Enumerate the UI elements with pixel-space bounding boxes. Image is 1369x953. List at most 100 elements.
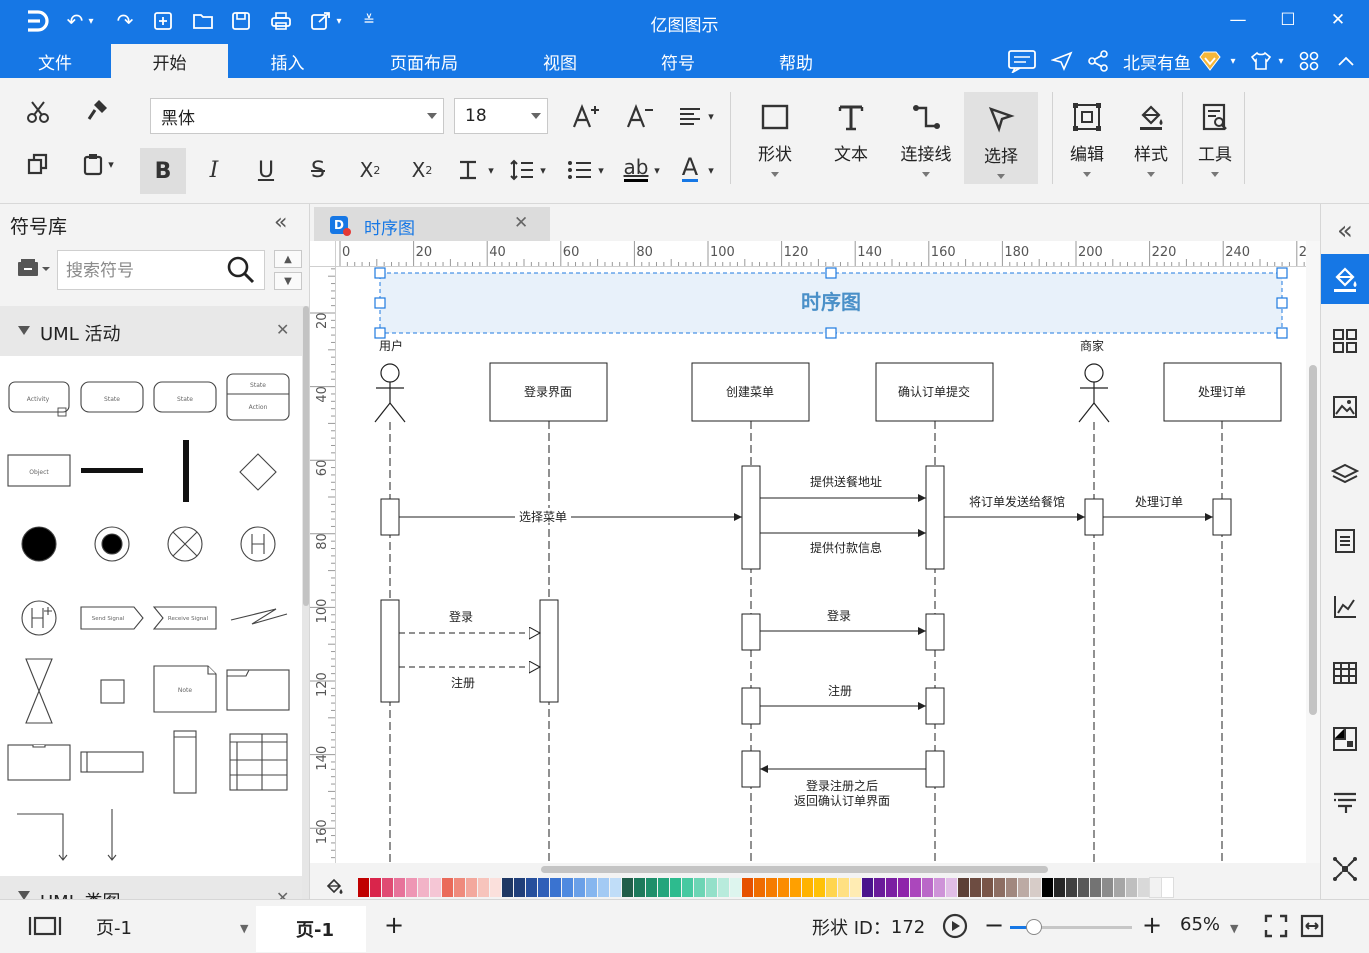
text-highlight-dropdown-icon[interactable]: ▾ <box>650 150 664 190</box>
send-icon[interactable] <box>1048 47 1076 75</box>
hourglass-shape[interactable] <box>25 658 53 724</box>
page-thumbnails-icon[interactable] <box>28 915 62 937</box>
initial-node[interactable] <box>21 526 57 562</box>
style-button[interactable]: 样式 <box>1118 90 1184 182</box>
close-category-icon[interactable]: ✕ <box>276 888 289 899</box>
color-swatch[interactable] <box>358 878 369 897</box>
object-shape[interactable]: Object <box>7 454 71 487</box>
color-swatch[interactable] <box>526 878 537 897</box>
cut-icon[interactable] <box>18 92 58 132</box>
copy-icon[interactable] <box>18 144 58 184</box>
text-button[interactable]: 文本 <box>818 90 884 182</box>
color-swatch[interactable] <box>442 878 453 897</box>
edit-button[interactable]: 编辑 <box>1054 90 1120 182</box>
image-panel-icon[interactable] <box>1321 382 1369 432</box>
color-swatch[interactable] <box>946 878 957 897</box>
color-swatch[interactable] <box>898 878 909 897</box>
color-swatch[interactable] <box>922 878 933 897</box>
color-swatch[interactable] <box>1114 878 1125 897</box>
color-swatch[interactable] <box>778 878 789 897</box>
document-tab[interactable]: D 时序图 ✕ <box>314 207 550 241</box>
canvas-horizontal-scrollbar[interactable] <box>336 863 1306 875</box>
skin-dropdown-icon[interactable]: ▾ <box>1274 47 1288 75</box>
color-swatch[interactable] <box>802 878 813 897</box>
messages[interactable] <box>399 494 1213 773</box>
tab-symbol[interactable]: 符号 <box>618 44 738 78</box>
zoom-slider-knob[interactable] <box>1026 919 1043 935</box>
color-swatch[interactable] <box>970 878 981 897</box>
color-swatch[interactable] <box>934 878 945 897</box>
open-folder-icon[interactable] <box>188 8 218 34</box>
tab-help[interactable]: 帮助 <box>736 44 856 78</box>
color-swatch[interactable] <box>1030 878 1041 897</box>
layers-panel-icon[interactable] <box>1321 450 1369 500</box>
share-icon[interactable] <box>1084 47 1112 75</box>
paste-dropdown-icon[interactable]: ▾ <box>104 144 118 184</box>
color-swatch[interactable] <box>862 878 873 897</box>
color-swatch[interactable] <box>718 878 729 897</box>
tools-button[interactable]: 工具 <box>1182 90 1248 182</box>
note-shape[interactable]: Note <box>153 665 217 713</box>
connector-button[interactable]: 连接线 <box>893 90 959 182</box>
scroll-up-icon[interactable]: ▲ <box>274 250 302 268</box>
library-manager-icon[interactable] <box>16 258 52 285</box>
bullet-list-dropdown-icon[interactable]: ▾ <box>594 150 608 190</box>
scroll-down-icon[interactable]: ▼ <box>274 272 302 290</box>
font-family-select[interactable]: 黑体 <box>150 98 444 134</box>
color-swatch[interactable] <box>1102 878 1113 897</box>
minimize-icon[interactable]: — <box>1218 6 1258 34</box>
swimlane-shape[interactable] <box>7 744 71 781</box>
color-swatch[interactable] <box>658 878 669 897</box>
color-swatch[interactable] <box>1042 878 1053 897</box>
color-swatch[interactable] <box>814 878 825 897</box>
color-swatch[interactable] <box>382 878 393 897</box>
color-swatch[interactable] <box>850 878 861 897</box>
strikethrough-button[interactable]: S <box>298 150 338 190</box>
color-swatch[interactable] <box>646 878 657 897</box>
export-dropdown-icon[interactable]: ▾ <box>332 8 346 34</box>
color-swatch[interactable] <box>706 878 717 897</box>
color-swatch[interactable] <box>574 878 585 897</box>
color-swatch[interactable] <box>1006 878 1017 897</box>
canvas-vertical-scrollbar[interactable] <box>1306 241 1320 863</box>
activation-bars[interactable] <box>380 465 1232 788</box>
color-swatch[interactable] <box>682 878 693 897</box>
zoom-in-icon[interactable]: + <box>1142 911 1162 939</box>
final-node[interactable] <box>94 526 130 562</box>
apps-grid-icon[interactable] <box>1296 47 1322 75</box>
color-swatch[interactable] <box>454 878 465 897</box>
collapse-ribbon-icon[interactable] <box>1334 47 1358 75</box>
color-swatch[interactable] <box>1161 877 1174 898</box>
library-scroll-thumb[interactable] <box>303 306 309 606</box>
decrease-font-icon[interactable] <box>620 96 660 136</box>
select-button[interactable]: 选择 <box>964 92 1038 184</box>
underline-button[interactable]: U <box>246 150 286 190</box>
page-panel-icon[interactable] <box>1321 516 1369 566</box>
color-swatch[interactable] <box>994 878 1005 897</box>
close-window-icon[interactable]: ✕ <box>1318 6 1358 34</box>
color-swatch[interactable] <box>586 878 597 897</box>
align-dropdown-icon[interactable]: ▾ <box>704 96 718 136</box>
exception-flow-shape[interactable] <box>230 608 288 625</box>
close-tab-icon[interactable]: ✕ <box>514 213 528 233</box>
deep-history-node[interactable] <box>21 600 57 636</box>
redo-icon[interactable]: ↷ <box>110 8 140 34</box>
color-swatch[interactable] <box>958 878 969 897</box>
zoom-out-icon[interactable]: − <box>984 911 1004 939</box>
tab-home[interactable]: 开始 <box>111 44 228 78</box>
org-panel-icon[interactable] <box>1321 714 1369 764</box>
color-swatch[interactable] <box>1066 878 1077 897</box>
color-swatch[interactable] <box>610 878 621 897</box>
category-uml-activity[interactable]: UML 活动 ✕ <box>0 306 302 356</box>
color-swatch[interactable] <box>478 878 489 897</box>
maximize-icon[interactable]: ☐ <box>1268 6 1308 34</box>
superscript-button[interactable]: X2 <box>350 150 390 190</box>
fill-style-icon[interactable] <box>1321 254 1369 304</box>
symbol-search-input[interactable] <box>66 259 216 283</box>
bold-button[interactable]: B <box>140 148 186 194</box>
color-swatch[interactable] <box>514 878 525 897</box>
expand-panel-icon[interactable]: « <box>1321 206 1369 256</box>
state-with-sub-shape[interactable]: State <box>80 381 144 413</box>
add-page-icon[interactable]: + <box>384 911 404 939</box>
tab-view[interactable]: 视图 <box>500 44 620 78</box>
